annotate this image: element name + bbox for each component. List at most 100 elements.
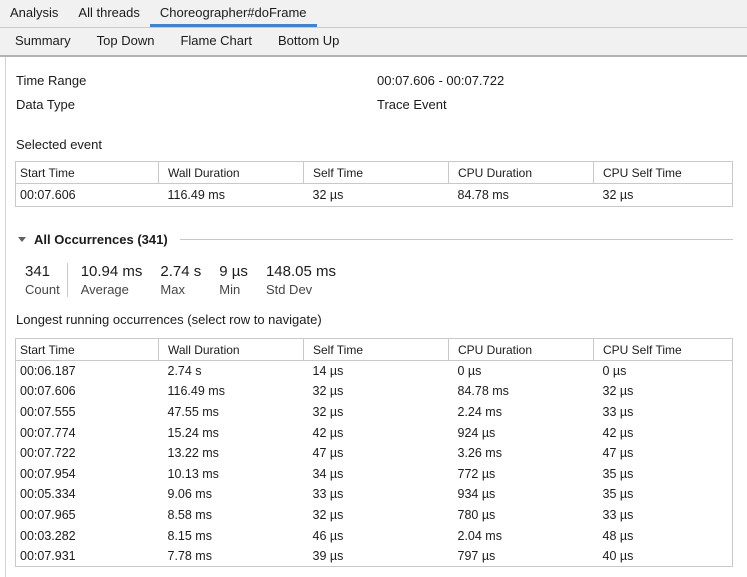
- stat-std-dev-value: 148.05 ms: [266, 263, 336, 280]
- cell-cpu-duration: 2.24 ms: [449, 402, 594, 423]
- selected-event-table: Start Time Wall Duration Self Time CPU D…: [15, 161, 733, 207]
- col-start-time: Start Time: [16, 162, 159, 184]
- table-header-row: Start Time Wall Duration Self Time CPU D…: [16, 339, 733, 361]
- col-cpu-duration: CPU Duration: [449, 339, 594, 361]
- cell-cpu-self-time: 35 µs: [594, 463, 733, 484]
- tab-choreographer-doframe[interactable]: Choreographer#doFrame: [150, 0, 317, 27]
- longest-occurrences-title: Longest running occurrences (select row …: [16, 313, 747, 327]
- cell-cpu-self-time: 42 µs: [594, 422, 733, 443]
- cell-cpu-self-time: 48 µs: [594, 525, 733, 546]
- cell-start-time: 00:07.774: [16, 422, 159, 443]
- all-occurrences-header[interactable]: All Occurrences (341): [18, 232, 733, 247]
- cell-self-time: 14 µs: [304, 361, 449, 382]
- cell-cpu-self-time: 33 µs: [594, 505, 733, 526]
- cell-wall-duration: 47.55 ms: [159, 402, 304, 423]
- table-row: 00:07.606 116.49 ms 32 µs 84.78 ms 32 µs: [16, 184, 733, 207]
- selected-event-title: Selected event: [16, 138, 747, 152]
- section-divider: [180, 239, 733, 240]
- cell-start-time: 00:07.931: [16, 546, 159, 567]
- cell-cpu-self-time: 0 µs: [594, 361, 733, 382]
- tab-flame-chart[interactable]: Flame Chart: [167, 28, 265, 55]
- all-occurrences-title: All Occurrences (341): [34, 232, 168, 247]
- cell-start-time: 00:07.606: [16, 184, 159, 207]
- occurrence-stats: 341 Count 10.94 ms Average 2.74 s Max 9 …: [25, 263, 747, 297]
- collapse-arrow-icon[interactable]: [18, 237, 26, 242]
- tab-analysis[interactable]: Analysis: [0, 0, 68, 27]
- cell-wall-duration: 116.49 ms: [159, 381, 304, 402]
- cell-wall-duration: 2.74 s: [159, 361, 304, 382]
- table-row[interactable]: 00:05.334 9.06 ms 33 µs 934 µs 35 µs: [16, 484, 733, 505]
- tab-all-threads[interactable]: All threads: [68, 0, 149, 27]
- cell-start-time: 00:06.187: [16, 361, 159, 382]
- cell-cpu-duration: 0 µs: [449, 361, 594, 382]
- table-row[interactable]: 00:07.931 7.78 ms 39 µs 797 µs 40 µs: [16, 546, 733, 567]
- cell-cpu-self-time: 33 µs: [594, 402, 733, 423]
- stat-max: 2.74 s Max: [160, 263, 201, 297]
- cell-cpu-duration: 772 µs: [449, 463, 594, 484]
- tab-bottom-up[interactable]: Bottom Up: [265, 28, 352, 55]
- col-start-time: Start Time: [16, 339, 159, 361]
- time-range-row: Time Range 00:07.606 - 00:07.722: [16, 74, 747, 88]
- cell-self-time: 39 µs: [304, 546, 449, 567]
- cell-cpu-duration: 84.78 ms: [449, 184, 594, 207]
- cell-start-time: 00:07.722: [16, 443, 159, 464]
- stat-max-value: 2.74 s: [160, 263, 201, 280]
- stat-count-label: Count: [25, 282, 60, 297]
- cell-cpu-duration: 797 µs: [449, 546, 594, 567]
- tab-top-down[interactable]: Top Down: [84, 28, 168, 55]
- table-row[interactable]: 00:07.965 8.58 ms 32 µs 780 µs 33 µs: [16, 505, 733, 526]
- cell-self-time: 42 µs: [304, 422, 449, 443]
- cell-wall-duration: 9.06 ms: [159, 484, 304, 505]
- col-self-time: Self Time: [304, 339, 449, 361]
- time-range-label: Time Range: [16, 74, 377, 88]
- table-row[interactable]: 00:06.187 2.74 s 14 µs 0 µs 0 µs: [16, 361, 733, 382]
- time-range-value: 00:07.606 - 00:07.722: [377, 74, 504, 88]
- cell-cpu-self-time: 35 µs: [594, 484, 733, 505]
- table-row[interactable]: 00:03.282 8.15 ms 46 µs 2.04 ms 48 µs: [16, 525, 733, 546]
- cell-wall-duration: 8.15 ms: [159, 525, 304, 546]
- summary-info: Time Range 00:07.606 - 00:07.722 Data Ty…: [16, 74, 747, 112]
- cell-cpu-duration: 780 µs: [449, 505, 594, 526]
- col-wall-duration: Wall Duration: [159, 339, 304, 361]
- cell-cpu-self-time: 32 µs: [594, 381, 733, 402]
- stat-average-value: 10.94 ms: [81, 263, 143, 280]
- cell-cpu-self-time: 47 µs: [594, 443, 733, 464]
- table-header-row: Start Time Wall Duration Self Time CPU D…: [16, 162, 733, 184]
- stat-std-dev: 148.05 ms Std Dev: [266, 263, 336, 297]
- col-wall-duration: Wall Duration: [159, 162, 304, 184]
- cell-self-time: 33 µs: [304, 484, 449, 505]
- stat-count-value: 341: [25, 263, 60, 280]
- table-row[interactable]: 00:07.954 10.13 ms 34 µs 772 µs 35 µs: [16, 463, 733, 484]
- cell-start-time: 00:07.965: [16, 505, 159, 526]
- cell-start-time: 00:07.606: [16, 381, 159, 402]
- col-cpu-self-time: CPU Self Time: [594, 339, 733, 361]
- cell-self-time: 32 µs: [304, 402, 449, 423]
- cell-start-time: 00:05.334: [16, 484, 159, 505]
- cell-cpu-duration: 3.26 ms: [449, 443, 594, 464]
- table-row[interactable]: 00:07.606 116.49 ms 32 µs 84.78 ms 32 µs: [16, 381, 733, 402]
- cell-wall-duration: 7.78 ms: [159, 546, 304, 567]
- col-cpu-duration: CPU Duration: [449, 162, 594, 184]
- thread-tab-bar: Analysis All threads Choreographer#doFra…: [0, 0, 747, 28]
- table-row[interactable]: 00:07.774 15.24 ms 42 µs 924 µs 42 µs: [16, 422, 733, 443]
- cell-wall-duration: 116.49 ms: [159, 184, 304, 207]
- cell-start-time: 00:07.954: [16, 463, 159, 484]
- table-row[interactable]: 00:07.722 13.22 ms 47 µs 3.26 ms 47 µs: [16, 443, 733, 464]
- stat-min-value: 9 µs: [219, 263, 248, 280]
- cell-self-time: 47 µs: [304, 443, 449, 464]
- stat-average-label: Average: [81, 282, 143, 297]
- table-row[interactable]: 00:07.555 47.55 ms 32 µs 2.24 ms 33 µs: [16, 402, 733, 423]
- stat-max-label: Max: [160, 282, 201, 297]
- longest-occurrences-table: Start Time Wall Duration Self Time CPU D…: [15, 338, 733, 567]
- cell-wall-duration: 10.13 ms: [159, 463, 304, 484]
- stat-min: 9 µs Min: [219, 263, 248, 297]
- data-type-value: Trace Event: [377, 98, 447, 112]
- cell-wall-duration: 15.24 ms: [159, 422, 304, 443]
- cell-cpu-duration: 934 µs: [449, 484, 594, 505]
- stat-std-dev-label: Std Dev: [266, 282, 336, 297]
- data-type-row: Data Type Trace Event: [16, 98, 747, 112]
- tab-summary[interactable]: Summary: [2, 28, 84, 55]
- panel-left-border: [5, 57, 6, 577]
- cell-start-time: 00:03.282: [16, 525, 159, 546]
- cell-start-time: 00:07.555: [16, 402, 159, 423]
